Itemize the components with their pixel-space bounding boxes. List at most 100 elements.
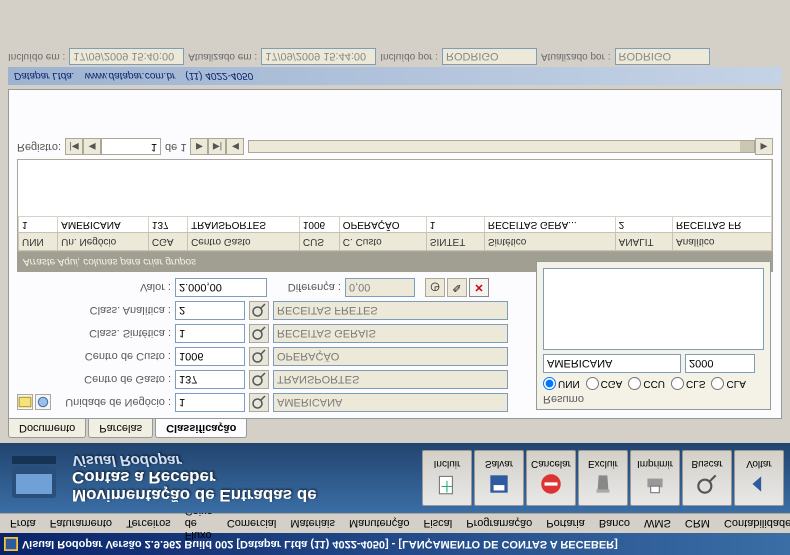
imprimir-button[interactable]: Imprimir xyxy=(630,450,680,506)
unit-icon-2[interactable] xyxy=(35,395,51,411)
menu-terceiros[interactable]: Terceiros xyxy=(120,516,177,532)
child-caption-bar: Datapar Ltda. www.datapar.com.br (11) 40… xyxy=(8,67,782,85)
dif-input xyxy=(345,278,415,297)
resumo-box: Resumo UNN CGA CCU CLS CLA xyxy=(536,261,771,410)
classificacao-panel: Resumo UNN CGA CCU CLS CLA Unidade de Ne… xyxy=(8,89,782,419)
record-navigator: Registro: |◀ ◀ de 1 ▶ ▶| ◀ ▶ xyxy=(17,139,773,156)
inc-label: Incluído em : xyxy=(8,51,65,62)
menu-faturamento[interactable]: Faturamento xyxy=(44,516,118,532)
unidade-code[interactable] xyxy=(175,393,245,412)
valor-input[interactable] xyxy=(175,278,267,297)
unit-icon-1[interactable] xyxy=(17,395,33,411)
excluir-button[interactable]: Excluir xyxy=(578,450,628,506)
plus-doc-icon: ＋ xyxy=(434,472,460,498)
menu-fiscal[interactable]: Fiscal xyxy=(418,516,459,532)
action-toolbar: ＋ Incluir Salvar Cancelar Excluir Imprim… xyxy=(422,450,784,506)
resumo-desc[interactable] xyxy=(543,354,681,373)
menu-portaria[interactable]: Portaria xyxy=(540,516,591,532)
tab-strip: Documento Parcelas Classificação xyxy=(0,419,790,443)
nav-next-icon[interactable]: ▶ xyxy=(190,139,208,156)
menu-crm[interactable]: CRM xyxy=(679,516,716,532)
childcap-company: Datapar Ltda. xyxy=(14,71,75,82)
updby-label: Atualizado por : xyxy=(541,51,611,62)
menu-manutencao[interactable]: Manutenção xyxy=(343,516,416,532)
nav-last-icon[interactable]: ▶| xyxy=(208,139,226,156)
centroc-lookup[interactable] xyxy=(249,347,269,366)
back-icon xyxy=(746,472,772,498)
resumo-listarea xyxy=(543,268,764,350)
anal-label: Class. Analítica : xyxy=(61,305,171,317)
buscar-button[interactable]: Buscar xyxy=(682,450,732,506)
scroll-thumb[interactable] xyxy=(740,142,754,153)
cancelar-button[interactable]: Cancelar xyxy=(526,450,576,506)
nav-prev-icon[interactable]: ◀ xyxy=(83,139,101,156)
clock-icon[interactable]: ◷ xyxy=(425,278,445,297)
centrog-code[interactable] xyxy=(175,370,245,389)
audit-footer: Incluído em : Atualizado em : Incluído p… xyxy=(8,48,782,65)
recnav-of: de 1 xyxy=(161,141,190,153)
centrog-lookup[interactable] xyxy=(249,370,269,389)
menu-frota[interactable]: Frota xyxy=(4,516,42,532)
classificacao-grid[interactable]: UNN Un. Negócio CGA Centro Gasto CUS C. … xyxy=(17,160,773,253)
window-titlebar: Visual Rodopar Versão 2.9.962 Build 002 … xyxy=(0,533,790,555)
upd-value xyxy=(261,48,376,65)
menu-wms[interactable]: WMS xyxy=(638,516,677,532)
radio-cga[interactable]: CGA xyxy=(586,377,623,390)
sint-lookup[interactable] xyxy=(249,324,269,343)
incluir-button[interactable]: ＋ Incluir xyxy=(422,450,472,506)
voltar-button[interactable]: Voltar xyxy=(734,450,784,506)
delete-row-icon[interactable]: ✕ xyxy=(469,278,489,297)
nav-first-icon[interactable]: |◀ xyxy=(65,139,83,156)
tab-parcelas[interactable]: Parcelas xyxy=(88,419,153,438)
menu-programacao[interactable]: Programação xyxy=(460,516,538,532)
grid-header-row: UNN Un. Negócio CGA Centro Gasto CUS C. … xyxy=(19,233,772,251)
salvar-button[interactable]: Salvar xyxy=(474,450,524,506)
centrog-label: Centro de Gasto : xyxy=(61,374,171,386)
nav-left-icon[interactable]: ◀ xyxy=(226,139,244,156)
sint-code[interactable] xyxy=(175,324,245,343)
tab-documento[interactable]: Documento xyxy=(8,419,86,438)
childcap-phone: (11) 4022-4050 xyxy=(185,71,253,82)
radio-ccu[interactable]: CCU xyxy=(628,377,665,390)
unidade-label: Unidade de Negócio : xyxy=(61,397,171,409)
hscrollbar[interactable] xyxy=(248,141,755,154)
menu-contab[interactable]: Contabilidade xyxy=(718,516,790,532)
banner-art-icon xyxy=(6,448,66,508)
window-title: Visual Rodopar Versão 2.9.962 Build 002 … xyxy=(22,538,786,550)
recnav-pos[interactable] xyxy=(101,139,161,156)
centrog-desc xyxy=(273,370,508,389)
banner-line1: Movimentação de Entradas de xyxy=(72,486,317,504)
childcap-url: www.datapar.com.br xyxy=(85,71,176,82)
menu-materiais[interactable]: Materiais xyxy=(284,516,341,532)
unidade-desc xyxy=(273,393,508,412)
nav-right-icon[interactable]: ▶ xyxy=(755,139,773,156)
edit-icon[interactable]: ✎ xyxy=(447,278,467,297)
recnav-label: Registro: xyxy=(17,141,61,153)
anal-desc xyxy=(273,301,508,320)
tab-classificacao[interactable]: Classificação xyxy=(155,419,247,438)
svg-text:＋: ＋ xyxy=(439,477,454,494)
radio-cla[interactable]: CLA xyxy=(711,377,745,390)
search-icon xyxy=(694,472,720,498)
inc-value xyxy=(69,48,184,65)
sint-label: Class. Sintética : xyxy=(61,328,171,340)
trash-icon xyxy=(590,472,616,498)
centroc-code[interactable] xyxy=(175,347,245,366)
menu-banco[interactable]: Banco xyxy=(593,516,636,532)
resumo-amount[interactable] xyxy=(685,354,755,373)
centroc-label: Centro de Custo : xyxy=(61,351,171,363)
resumo-legend: Resumo xyxy=(543,393,764,405)
radio-cls[interactable]: CLS xyxy=(671,377,705,390)
anal-code[interactable] xyxy=(175,301,245,320)
anal-lookup[interactable] xyxy=(249,301,269,320)
cancel-icon xyxy=(538,472,564,498)
radio-unn[interactable]: UNN xyxy=(543,377,580,390)
grid-blank-area xyxy=(19,161,772,217)
dif-label: Diferença : xyxy=(271,282,341,294)
unidade-lookup[interactable] xyxy=(249,393,269,412)
grid-row[interactable]: 1 AMERICANA 137 TRANSPORTES 1006 OPERAÇÃ… xyxy=(19,217,772,233)
upd-label: Atualizado em : xyxy=(188,51,257,62)
menu-comercial[interactable]: Comercial xyxy=(221,516,283,532)
incby-value xyxy=(442,48,537,65)
menu-bar: Frota Faturamento Terceiros Fluxo de Cai… xyxy=(0,513,790,533)
